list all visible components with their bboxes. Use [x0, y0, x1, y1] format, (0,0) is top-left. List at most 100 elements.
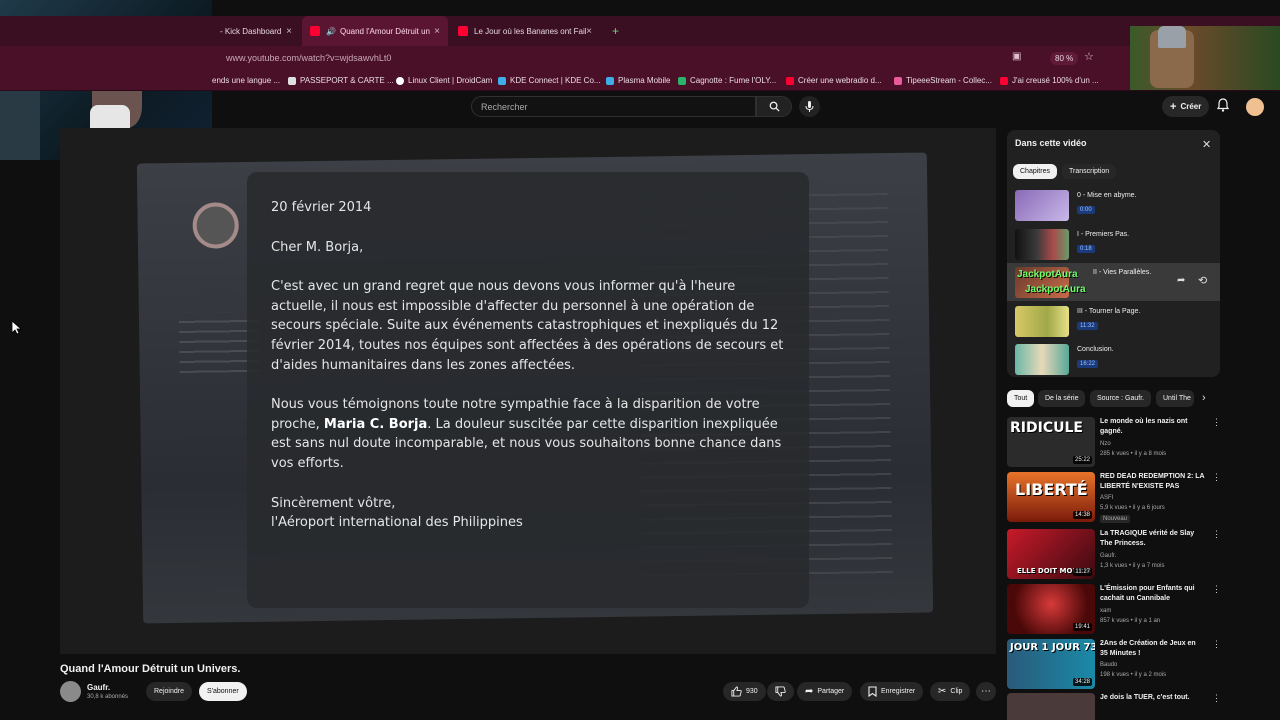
star-icon[interactable]: ☆	[1084, 50, 1094, 63]
tab-kick-dashboard[interactable]: - Kick Dashboard ×	[212, 16, 300, 46]
more-vertical-icon[interactable]: ⋮	[1212, 584, 1221, 595]
share-button[interactable]: ➦ Partager	[797, 682, 853, 701]
video-thumbnail: JOUR 1 JOUR 730 34:28	[1007, 639, 1095, 689]
chapter-thumbnail	[1015, 190, 1069, 221]
thumbnail-text: RIDICULE	[1010, 420, 1083, 436]
thumbs-up-icon	[731, 686, 742, 697]
chapter-item-active[interactable]: II - Vies Parallèles. JackpotAura Jackpot…	[1007, 263, 1220, 301]
plus-icon: +	[1170, 100, 1177, 113]
chapter-item[interactable]: Conclusion. 16:22	[1007, 340, 1220, 378]
chapters-panel-title: Dans cette vidéo	[1015, 138, 1087, 148]
overlay-label: JackpotAura	[1017, 269, 1078, 280]
voice-search-button[interactable]	[799, 96, 820, 117]
bookmark-item[interactable]: Cagnotte : Fume l'OLY...	[678, 76, 776, 85]
bookmark-label: Créer une webradio d...	[798, 76, 882, 85]
like-button[interactable]: 930	[723, 682, 766, 701]
create-button[interactable]: + Créer	[1162, 96, 1210, 117]
bookmark-label: KDE Connect | KDE Co...	[510, 76, 601, 85]
tab-label: - Kick Dashboard	[220, 26, 282, 36]
more-vertical-icon[interactable]: ⋮	[1212, 693, 1220, 704]
channel-avatar[interactable]	[60, 681, 81, 702]
recommended-video[interactable]: Je dois la TUER, c'est tout. ⋮	[1007, 693, 1220, 720]
notifications-bell-icon[interactable]	[1216, 98, 1230, 117]
chapter-timestamp: 16:22	[1077, 360, 1099, 368]
channel-name: ASFI	[1100, 495, 1114, 501]
repeat-icon[interactable]: ⟲	[1198, 274, 1207, 287]
chip-series[interactable]: De la série	[1038, 390, 1086, 407]
chapter-item[interactable]: III - Tourner la Page. 11:32	[1007, 302, 1220, 340]
bookmark-item[interactable]: ends une langue ...	[212, 76, 280, 85]
video-duration: 11:27	[1073, 568, 1092, 576]
bookmark-item[interactable]: Plasma Mobile	[606, 76, 670, 85]
video-title: Le monde où les nazis ont gagné.	[1100, 418, 1188, 435]
recommended-video[interactable]: 19:41 L'Émission pour Enfants qui cachai…	[1007, 584, 1221, 636]
thumbnail-text: LIBERTÉ	[1015, 480, 1088, 499]
tab-label: Quand l'Amour Détruit un U	[339, 26, 432, 36]
subscribe-button[interactable]: S'abonner	[199, 682, 247, 701]
bookmark-label: Linux Client | DroidCam	[408, 76, 493, 85]
bookmark-item[interactable]: PASSEPORT & CARTE ...	[288, 76, 394, 85]
more-vertical-icon[interactable]: ⋮	[1212, 639, 1221, 650]
browser-tab-bar: - Kick Dashboard × 🔊 Quand l'Amour Détru…	[0, 16, 1280, 46]
chapter-label: Conclusion.	[1077, 346, 1114, 353]
url-field[interactable]: www.youtube.com/watch?v=wjdsawvhLt0	[226, 53, 391, 63]
new-tab-button[interactable]: +	[604, 16, 624, 46]
bookmark-item[interactable]: Créer une webradio d...	[786, 76, 882, 85]
video-thumbnail: 19:41	[1007, 584, 1095, 634]
more-vertical-icon[interactable]: ⋮	[1212, 472, 1221, 483]
chapter-label: III - Tourner la Page.	[1077, 308, 1141, 315]
search-button[interactable]	[756, 96, 792, 117]
video-thumbnail: ELLE DOIT MOURIR 11:27	[1007, 529, 1095, 579]
tab-active-video[interactable]: 🔊 Quand l'Amour Détruit un U ×	[302, 16, 448, 46]
chapter-item[interactable]: 0 - Mise en abyme. 0:00	[1007, 186, 1220, 224]
video-meta: 857 k vues • il y a 1 an	[1100, 618, 1161, 624]
join-button[interactable]: Rejoindre	[146, 682, 192, 701]
close-icon[interactable]: ×	[286, 26, 292, 37]
tab-bananes[interactable]: Le Jour où les Bananes ont Faill ×	[450, 16, 600, 46]
reader-icon[interactable]: ▣	[1012, 51, 1021, 62]
more-actions-button[interactable]: ⋯	[976, 682, 996, 701]
close-icon[interactable]: ×	[434, 26, 440, 37]
video-title: Quand l'Amour Détruit un Univers.	[60, 663, 241, 675]
account-avatar[interactable]	[1246, 98, 1264, 116]
clip-button[interactable]: ✂ Clip	[930, 682, 971, 701]
like-count: 930	[746, 688, 758, 695]
tab-transcript[interactable]: Transcription	[1062, 164, 1117, 179]
video-meta: 5,9 k vues • il y a 6 jours	[1100, 505, 1165, 511]
chip-source[interactable]: Source : Gaufr.	[1090, 390, 1152, 407]
jackpot-overlay-text: JackpotAura JackpotAura	[1017, 267, 1086, 297]
mouse-cursor-icon	[11, 320, 23, 340]
bookmark-item[interactable]: KDE Connect | KDE Co...	[498, 76, 601, 85]
bookmark-item[interactable]: TipeeeStream - Collec...	[894, 76, 992, 85]
save-button[interactable]: Enregistrer	[860, 682, 924, 701]
chapter-label: II - Vies Parallèles.	[1093, 269, 1152, 276]
share-icon[interactable]: ➦	[1177, 275, 1185, 286]
recommended-video[interactable]: RIDICULE 25:22 Le monde où les nazis ont…	[1007, 417, 1221, 469]
tab-chapters[interactable]: Chapitres	[1013, 164, 1057, 179]
chip-until-the[interactable]: Until The	[1156, 390, 1194, 407]
video-player[interactable]: 20 février 2014 Cher M. Borja, C'est ave…	[60, 128, 996, 654]
more-vertical-icon[interactable]: ⋮	[1212, 417, 1221, 428]
subscriber-count: 30,8 k abonnés	[87, 694, 129, 700]
chevron-right-icon[interactable]: ›	[1202, 392, 1206, 404]
create-label: Créer	[1180, 102, 1202, 111]
chip-all[interactable]: Tout	[1007, 390, 1035, 407]
zoom-indicator[interactable]: 80 %	[1050, 52, 1079, 65]
recommended-video[interactable]: LIBERTÉ 14:38 RED DEAD REDEMPTION 2: LA …	[1007, 472, 1221, 524]
bookmark-item[interactable]: J'ai creusé 100% d'un ...	[1000, 76, 1099, 85]
search-input[interactable]: Rechercher	[471, 96, 756, 117]
channel-name[interactable]: Gaufr.	[87, 683, 110, 692]
close-icon[interactable]: ✕	[1202, 138, 1211, 151]
close-icon[interactable]: ×	[586, 26, 592, 37]
letter-closing: Sincèrement vôtre,	[271, 495, 396, 511]
recommended-video[interactable]: ELLE DOIT MOURIR 11:27 La TRAGIQUE vérit…	[1007, 529, 1221, 581]
speaker-icon[interactable]: 🔊	[326, 27, 336, 36]
recommended-video[interactable]: JOUR 1 JOUR 730 34:28 2Ans de Création d…	[1007, 639, 1221, 691]
bookmark-item[interactable]: Linux Client | DroidCam	[396, 76, 492, 85]
youtube-icon	[310, 26, 320, 36]
more-vertical-icon[interactable]: ⋮	[1212, 529, 1221, 540]
bookmarks-bar: ends une langue ... PASSEPORT & CARTE ..…	[0, 72, 1280, 91]
dislike-button[interactable]	[767, 682, 794, 701]
scissors-icon: ✂	[938, 686, 947, 697]
chapter-item[interactable]: I - Premiers Pas. 0:18	[1007, 225, 1220, 263]
